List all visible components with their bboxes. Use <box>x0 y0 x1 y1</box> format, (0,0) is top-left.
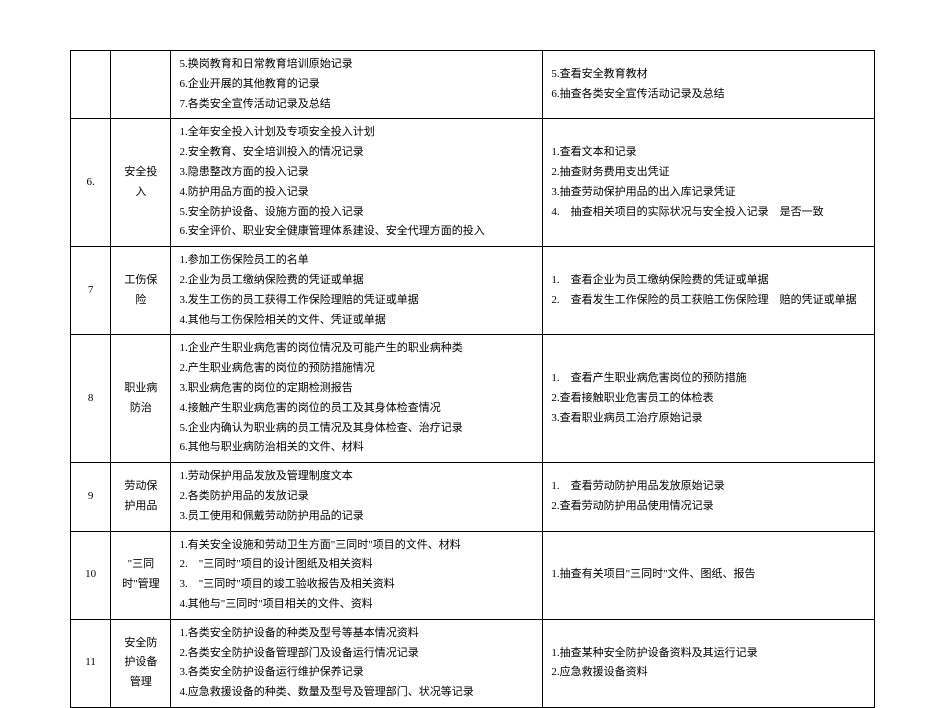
check-items: 1.抽查有关项目"三同时"文件、图纸、报告 <box>543 531 875 619</box>
content-line: 2.企业为员工缴纳保险费的凭证或单据 <box>179 271 534 291</box>
check-line: 1.抽查有关项目"三同时"文件、图纸、报告 <box>551 565 866 585</box>
check-items: 1. 查看企业为员工缴纳保险费的凭证或单据2. 查看发生工作保险的员工获赔工伤保… <box>543 247 875 335</box>
check-items: 1.查看文本和记录2.抽查财务费用支出凭证3.抽查劳动保护用品的出入库记录凭证4… <box>543 119 875 247</box>
check-line: 2.抽查财务费用支出凭证 <box>551 163 866 183</box>
content-items: 5.换岗教育和日常教育培训原始记录6.企业开展的其他教育的记录7.各类安全宣传活… <box>171 51 543 119</box>
table-row: 9劳动保护用品1.劳动保护用品发放及管理制度文本2.各类防护用品的发放记录3.员… <box>71 463 875 531</box>
content-line: 5.安全防护设备、设施方面的投入记录 <box>179 203 534 223</box>
table-row: 5.换岗教育和日常教育培训原始记录6.企业开展的其他教育的记录7.各类安全宣传活… <box>71 51 875 119</box>
row-number: 8 <box>71 335 111 463</box>
content-items: 1.全年安全投入计划及专项安全投入计划2.安全教育、安全培训投入的情况记录3.隐… <box>171 119 543 247</box>
content-line: 3.员工使用和佩戴劳动防护用品的记录 <box>179 507 534 527</box>
table-row: 8职业病防治1.企业产生职业病危害的岗位情况及可能产生的职业病种类2.产生职业病… <box>71 335 875 463</box>
check-line: 1. 查看企业为员工缴纳保险费的凭证或单据 <box>551 271 866 291</box>
content-line: 6.其他与职业病防治相关的文件、材料 <box>179 438 534 458</box>
check-line: 2.查看劳动防护用品使用情况记录 <box>551 497 866 517</box>
content-line: 1.有关安全设施和劳动卫生方面"三同时"项目的文件、材料 <box>179 536 534 556</box>
table-row: 11安全防护设备管理1.各类安全防护设备的种类及型号等基本情况资料2.各类安全防… <box>71 619 875 707</box>
content-line: 4.其他与"三同时"项目相关的文件、资料 <box>179 595 534 615</box>
content-line: 3.各类安全防护设备运行维护保养记录 <box>179 663 534 683</box>
row-number: 7 <box>71 247 111 335</box>
category-name: 劳动保护用品 <box>111 463 171 531</box>
content-line: 2.各类安全防护设备管理部门及设备运行情况记录 <box>179 644 534 664</box>
check-line: 4. 抽查相关项目的实际状况与安全投入记录 是否一致 <box>551 203 866 223</box>
content-line: 1.参加工伤保险员工的名单 <box>179 251 534 271</box>
check-line: 2.查看接触职业危害员工的体检表 <box>551 389 866 409</box>
content-items: 1.各类安全防护设备的种类及型号等基本情况资料2.各类安全防护设备管理部门及设备… <box>171 619 543 707</box>
content-line: 4.应急救援设备的种类、数量及型号及管理部门、状况等记录 <box>179 683 534 703</box>
content-line: 4.其他与工伤保险相关的文件、凭证或单据 <box>179 311 534 331</box>
category-name: 工伤保险 <box>111 247 171 335</box>
content-line: 2.产生职业病危害的岗位的预防措施情况 <box>179 359 534 379</box>
category-name: 职业病防治 <box>111 335 171 463</box>
category-name: "三同 时"管理 <box>111 531 171 619</box>
check-line: 3.抽查劳动保护用品的出入库记录凭证 <box>551 183 866 203</box>
check-items: 1. 查看劳动防护用品发放原始记录2.查看劳动防护用品使用情况记录 <box>543 463 875 531</box>
audit-table: 5.换岗教育和日常教育培训原始记录6.企业开展的其他教育的记录7.各类安全宣传活… <box>70 50 875 708</box>
content-line: 2.各类防护用品的发放记录 <box>179 487 534 507</box>
content-line: 3.发生工伤的员工获得工作保险理赔的凭证或单据 <box>179 291 534 311</box>
check-line: 1. 查看劳动防护用品发放原始记录 <box>551 477 866 497</box>
check-line: 2.应急救援设备资料 <box>551 663 866 683</box>
content-line: 5.企业内确认为职业病的员工情况及其身体检查、治疗记录 <box>179 419 534 439</box>
content-line: 3.职业病危害的岗位的定期检测报告 <box>179 379 534 399</box>
content-items: 1.劳动保护用品发放及管理制度文本2.各类防护用品的发放记录3.员工使用和佩戴劳… <box>171 463 543 531</box>
category-name <box>111 51 171 119</box>
row-number: 10 <box>71 531 111 619</box>
check-items: 1.抽查某种安全防护设备资料及其运行记录2.应急救援设备资料 <box>543 619 875 707</box>
category-name: 安全防护设备管理 <box>111 619 171 707</box>
check-line: 5.查看安全教育教材 <box>551 65 866 85</box>
check-items: 1. 查看产生职业病危害岗位的预防措施2.查看接触职业危害员工的体检表3.查看职… <box>543 335 875 463</box>
content-line: 1.劳动保护用品发放及管理制度文本 <box>179 467 534 487</box>
content-line: 2.安全教育、安全培训投入的情况记录 <box>179 143 534 163</box>
category-name: 安全投入 <box>111 119 171 247</box>
content-line: 1.企业产生职业病危害的岗位情况及可能产生的职业病种类 <box>179 339 534 359</box>
table-row: 7工伤保险1.参加工伤保险员工的名单2.企业为员工缴纳保险费的凭证或单据3.发生… <box>71 247 875 335</box>
content-items: 1.企业产生职业病危害的岗位情况及可能产生的职业病种类2.产生职业病危害的岗位的… <box>171 335 543 463</box>
row-number: 11 <box>71 619 111 707</box>
content-line: 7.各类安全宣传活动记录及总结 <box>179 95 534 115</box>
content-line: 2. "三同时"项目的设计图纸及相关资料 <box>179 555 534 575</box>
table-row: 10"三同 时"管理1.有关安全设施和劳动卫生方面"三同时"项目的文件、材料2.… <box>71 531 875 619</box>
check-line: 3.查看职业病员工治疗原始记录 <box>551 409 866 429</box>
check-line: 2. 查看发生工作保险的员工获赔工伤保险理 赔的凭证或单据 <box>551 291 866 311</box>
content-line: 4.接触产生职业病危害的岗位的员工及其身体检查情况 <box>179 399 534 419</box>
content-line: 5.换岗教育和日常教育培训原始记录 <box>179 55 534 75</box>
content-line: 6.企业开展的其他教育的记录 <box>179 75 534 95</box>
content-items: 1.参加工伤保险员工的名单2.企业为员工缴纳保险费的凭证或单据3.发生工伤的员工… <box>171 247 543 335</box>
content-line: 6.安全评价、职业安全健康管理体系建设、安全代理方面的投入 <box>179 222 534 242</box>
content-line: 1.各类安全防护设备的种类及型号等基本情况资料 <box>179 624 534 644</box>
row-number: 9 <box>71 463 111 531</box>
content-line: 1.全年安全投入计划及专项安全投入计划 <box>179 123 534 143</box>
check-line: 1. 查看产生职业病危害岗位的预防措施 <box>551 369 866 389</box>
content-line: 3. "三同时"项目的竣工验收报告及相关资料 <box>179 575 534 595</box>
row-number: 6. <box>71 119 111 247</box>
check-line: 1.查看文本和记录 <box>551 143 866 163</box>
table-row: 6.安全投入1.全年安全投入计划及专项安全投入计划2.安全教育、安全培训投入的情… <box>71 119 875 247</box>
check-line: 6.抽查各类安全宣传活动记录及总结 <box>551 85 866 105</box>
content-items: 1.有关安全设施和劳动卫生方面"三同时"项目的文件、材料2. "三同时"项目的设… <box>171 531 543 619</box>
row-number <box>71 51 111 119</box>
check-items: 5.查看安全教育教材6.抽查各类安全宣传活动记录及总结 <box>543 51 875 119</box>
check-line: 1.抽查某种安全防护设备资料及其运行记录 <box>551 644 866 664</box>
content-line: 3.隐患整改方面的投入记录 <box>179 163 534 183</box>
content-line: 4.防护用品方面的投入记录 <box>179 183 534 203</box>
